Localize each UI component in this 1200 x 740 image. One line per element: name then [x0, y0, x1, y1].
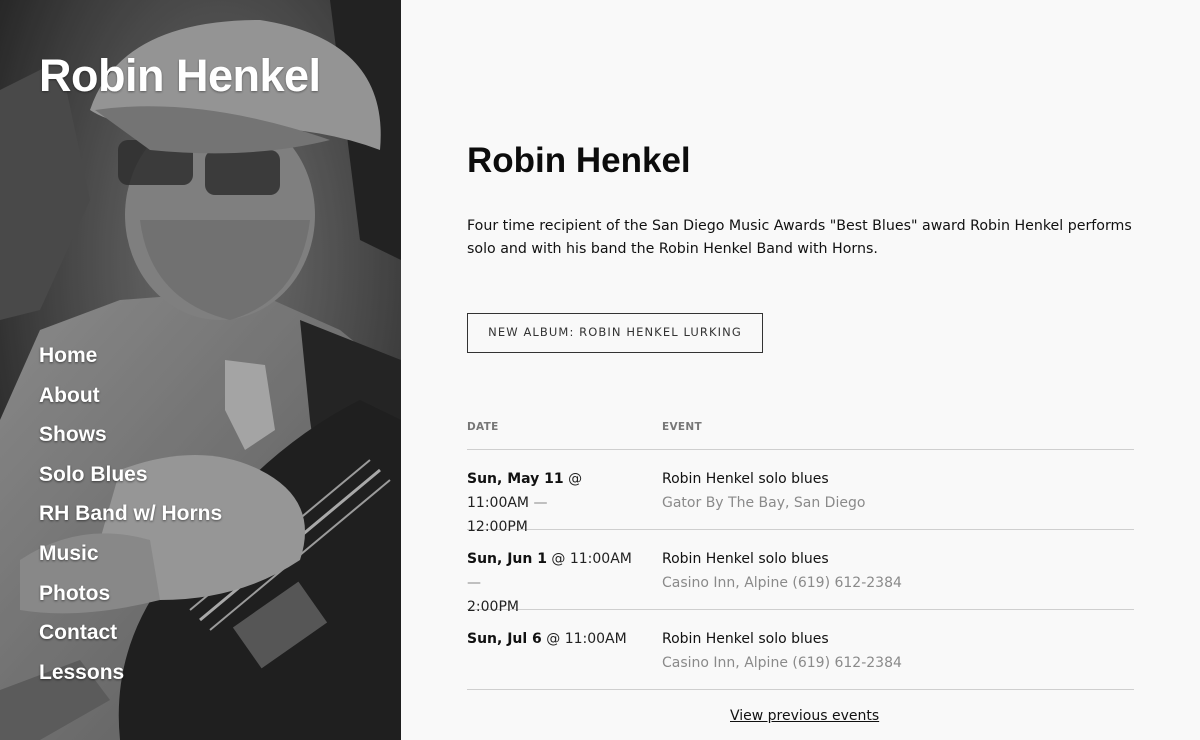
event-row: Sun, Jul 6 @ 11:00AM Robin Henkel solo b…	[467, 610, 1134, 690]
event-date: Sun, Jul 6 @ 11:00AM	[467, 627, 647, 651]
intro-text: Four time recipient of the San Diego Mus…	[467, 218, 1132, 257]
nav-music[interactable]: Music	[39, 541, 222, 581]
date-column-header: DATE	[467, 421, 499, 433]
sidebar: Robin Henkel Home About Shows Solo Blues…	[0, 0, 401, 740]
nav-contact[interactable]: Contact	[39, 620, 222, 660]
nav-rh-band-horns[interactable]: RH Band w/ Horns	[39, 501, 222, 541]
event-venue: Casino Inn, Alpine (619) 612-2384	[662, 575, 902, 591]
nav-solo-blues[interactable]: Solo Blues	[39, 462, 222, 502]
events-table: DATE EVENT Sun, May 11 @ 11:00AM — 12:00…	[467, 412, 1134, 690]
event-start-time: @ 11:00AM	[551, 551, 632, 567]
event-row: Sun, Jun 1 @ 11:00AM — 2:00PM Robin Henk…	[467, 530, 1134, 615]
event-date: Sun, Jun 1 @ 11:00AM — 2:00PM	[467, 547, 647, 619]
event-time-separator: —	[533, 495, 548, 511]
event-name[interactable]: Robin Henkel solo blues	[662, 547, 829, 571]
event-day: Sun, May 11	[467, 471, 564, 487]
page-title: Robin Henkel	[467, 141, 691, 180]
site-title[interactable]: Robin Henkel	[39, 50, 321, 102]
nav-about[interactable]: About	[39, 383, 222, 423]
event-name[interactable]: Robin Henkel solo blues	[662, 627, 829, 651]
nav-shows[interactable]: Shows	[39, 422, 222, 462]
event-day: Sun, Jun 1	[467, 551, 547, 567]
main-nav: Home About Shows Solo Blues RH Band w/ H…	[39, 343, 222, 699]
event-time-separator: —	[467, 575, 481, 591]
view-previous-events-link[interactable]: View previous events	[730, 708, 879, 724]
event-name[interactable]: Robin Henkel solo blues	[662, 467, 829, 491]
events-table-header: DATE EVENT	[467, 412, 1134, 450]
event-venue: Gator By The Bay, San Diego	[662, 495, 866, 511]
event-venue: Casino Inn, Alpine (619) 612-2384	[662, 655, 902, 671]
nav-lessons[interactable]: Lessons	[39, 660, 222, 700]
nav-photos[interactable]: Photos	[39, 581, 222, 621]
event-day: Sun, Jul 6	[467, 631, 542, 647]
event-start-time: @ 11:00AM	[546, 631, 627, 647]
event-date: Sun, May 11 @ 11:00AM — 12:00PM	[467, 467, 647, 539]
event-row: Sun, May 11 @ 11:00AM — 12:00PM Robin He…	[467, 450, 1134, 535]
new-album-button[interactable]: NEW ALBUM: ROBIN HENKEL LURKING	[467, 313, 763, 353]
event-column-header: EVENT	[662, 421, 702, 433]
nav-home[interactable]: Home	[39, 343, 222, 383]
